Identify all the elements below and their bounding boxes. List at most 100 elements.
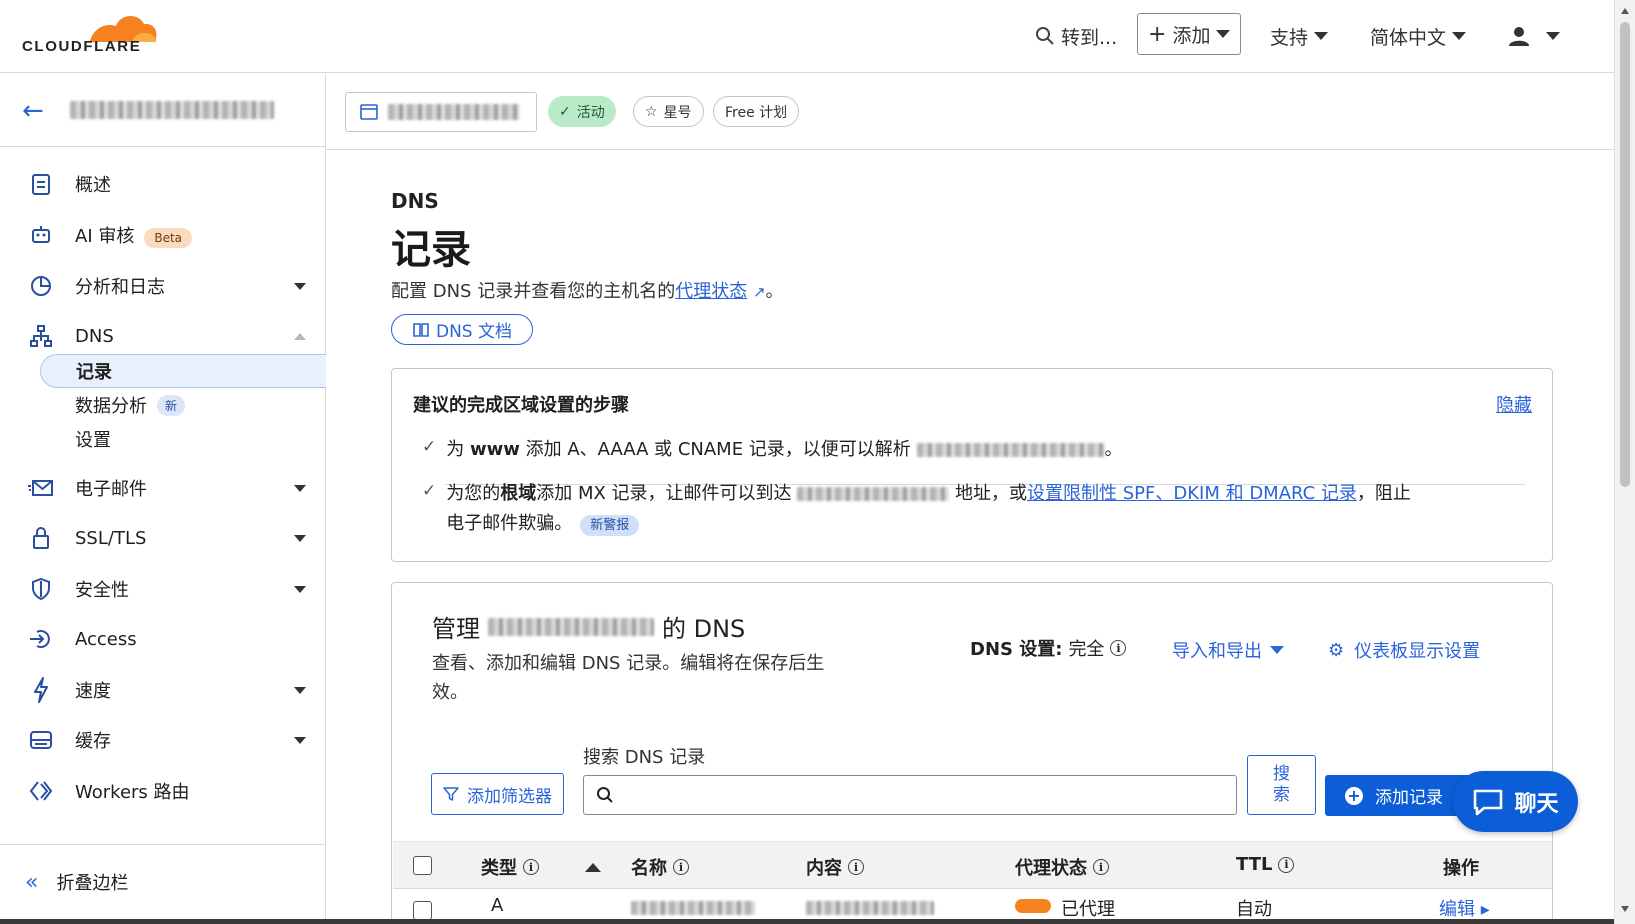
sidebar-item-label: Access <box>75 628 137 650</box>
sidebar: ← 概述 AI 审核 Beta 分析和日志 DNS 记录 数据分析 新 设置 电… <box>0 74 326 924</box>
column-type[interactable]: 类型 i <box>481 854 601 880</box>
sidebar-subitem-analytics[interactable]: 数据分析 新 <box>40 388 326 422</box>
record-name-redacted <box>631 901 755 915</box>
setup-steps-card: 建议的完成区域设置的步骤 隐藏 ✓ 为 www 添加 A、AAAA 或 CNAM… <box>391 368 1553 562</box>
sidebar-item-dns[interactable]: DNS <box>0 314 325 358</box>
add-filter-button[interactable]: 添加筛选器 <box>431 773 564 815</box>
plus-circle-icon: + <box>1345 786 1363 805</box>
goto-button[interactable]: 转到... <box>1035 20 1117 52</box>
add-menu-button[interactable]: + 添加 <box>1137 13 1242 55</box>
sidebar-item-label: 安全性 <box>75 580 129 601</box>
sidebar-item-access[interactable]: Access <box>0 617 325 661</box>
lightning-icon <box>28 677 54 703</box>
column-proxy-status[interactable]: 代理状态 i <box>1015 854 1109 880</box>
language-menu[interactable]: 简体中文 <box>1370 20 1467 52</box>
page-description: 配置 DNS 记录并查看您的主机名的代理状态 ↗。 <box>391 277 784 303</box>
info-icon[interactable]: i <box>1110 640 1127 656</box>
import-export-label: 导入和导出 <box>1172 641 1262 662</box>
sidebar-item-ssl[interactable]: SSL/TLS <box>0 516 325 560</box>
back-arrow-icon[interactable]: ← <box>22 96 44 126</box>
step-text: 为 www 添加 A、AAAA 或 CNAME 记录，以便可以解析 。 <box>446 439 1123 460</box>
sidebar-item-email[interactable]: 电子邮件 <box>0 466 325 510</box>
scroll-up-arrow-icon[interactable] <box>1621 8 1629 14</box>
table-header: 类型 i 名称 i 内容 i 代理状态 i TTL i 操作 <box>393 841 1552 889</box>
zone-name-redacted <box>388 104 520 120</box>
zone-name-redacted <box>488 617 654 636</box>
caret-down-icon <box>1270 646 1284 654</box>
manage-dns-card: 管理 的 DNS 查看、添加和编辑 DNS 记录。编辑将在保存后生效。 DNS … <box>391 582 1553 924</box>
sidebar-item-cache[interactable]: 缓存 <box>0 718 325 762</box>
scroll-down-arrow-icon[interactable] <box>1621 906 1629 912</box>
plan-badge[interactable]: Free 计划 <box>713 96 800 127</box>
robot-icon <box>28 222 54 248</box>
plan-label: Free 计划 <box>725 104 788 121</box>
caret-down-icon <box>1314 32 1329 40</box>
sidebar-item-workers-routes[interactable]: Workers 路由 <box>0 769 325 813</box>
search-button[interactable]: 搜索 <box>1247 755 1316 815</box>
info-icon[interactable]: i <box>1093 859 1109 875</box>
import-export-menu[interactable]: 导入和导出 <box>1172 637 1284 663</box>
sidebar-footer: « 折叠边栏 <box>0 844 325 924</box>
user-menu[interactable] <box>1508 20 1560 52</box>
sort-up-icon[interactable] <box>585 862 601 872</box>
proxy-status-link[interactable]: 代理状态 <box>675 281 747 302</box>
status-badge: ✓ 活动 <box>548 96 616 127</box>
spf-dkim-dmarc-link[interactable]: 设置限制性 SPF、DKIM 和 DMARC 记录 <box>1027 483 1357 504</box>
star-button[interactable]: ☆ 星号 <box>633 96 704 127</box>
star-label: 星号 <box>663 104 692 121</box>
dashboard-display-settings[interactable]: ⚙ 仪表板显示设置 <box>1328 637 1480 663</box>
sidebar-item-analytics[interactable]: 分析和日志 <box>0 264 325 308</box>
scrollbar-thumb[interactable] <box>1620 22 1630 487</box>
sidebar-item-label: 缓存 <box>75 731 111 752</box>
search-input[interactable] <box>583 775 1237 815</box>
sidebar-item-label: 分析和日志 <box>75 277 165 298</box>
dns-docs-button[interactable]: DNS 文档 <box>391 314 533 345</box>
chevron-down-icon <box>294 586 306 593</box>
sidebar-item-ai-audit[interactable]: AI 审核 Beta <box>0 213 325 257</box>
desc-text: 配置 DNS 记录并查看您的主机名的 <box>391 281 676 302</box>
sidebar-subitem-records[interactable]: 记录 <box>40 354 326 388</box>
ttl-value: 自动 <box>1236 899 1272 920</box>
check-icon: ✓ <box>559 103 571 120</box>
records-label: 记录 <box>76 362 112 383</box>
lock-icon <box>28 525 54 551</box>
info-icon[interactable]: i <box>1278 856 1295 873</box>
page-scrollbar[interactable] <box>1614 0 1635 924</box>
add-label: 添加 <box>1172 24 1211 47</box>
zone-selector[interactable] <box>345 92 537 132</box>
column-content[interactable]: 内容 i <box>806 854 864 880</box>
sidebar-subitem-settings[interactable]: 设置 <box>40 422 326 456</box>
sidebar-item-speed[interactable]: 速度 <box>0 668 325 712</box>
manage-title-suffix: 的 DNS <box>662 615 746 643</box>
search-button-label: 搜索 <box>1273 764 1290 805</box>
row-checkbox[interactable] <box>413 901 432 920</box>
account-switcher: ← <box>0 74 325 147</box>
hide-link[interactable]: 隐藏 <box>1496 391 1532 417</box>
mail-icon <box>28 475 54 501</box>
chevron-down-icon <box>294 535 306 542</box>
sidebar-item-overview[interactable]: 概述 <box>0 162 325 206</box>
manage-title: 管理 的 DNS <box>432 609 745 644</box>
info-icon[interactable]: i <box>523 859 539 875</box>
sidebar-item-label: 速度 <box>75 681 111 702</box>
info-icon[interactable]: i <box>848 859 864 875</box>
domain-redacted <box>916 443 1105 457</box>
chat-button[interactable]: 聊天 <box>1453 771 1578 832</box>
column-ttl[interactable]: TTL i <box>1236 854 1295 875</box>
analytics-label: 数据分析 <box>75 396 147 417</box>
edit-link[interactable]: 编辑 ▸ <box>1439 895 1490 921</box>
window-icon <box>360 104 378 120</box>
filter-label: 添加筛选器 <box>467 786 552 807</box>
sidebar-item-security[interactable]: 安全性 <box>0 567 325 611</box>
collapse-sidebar-button[interactable]: « 折叠边栏 <box>25 869 128 895</box>
gear-icon: ⚙ <box>1328 639 1345 661</box>
select-all-checkbox[interactable] <box>413 856 432 875</box>
chevron-down-icon <box>294 737 306 744</box>
support-menu[interactable]: 支持 <box>1270 20 1329 52</box>
column-name[interactable]: 名称 i <box>631 854 689 880</box>
manage-description: 查看、添加和编辑 DNS 记录。编辑将在保存后生效。 <box>432 653 825 703</box>
search-icon <box>597 787 613 803</box>
user-icon <box>1509 27 1529 46</box>
chat-label: 聊天 <box>1514 791 1559 817</box>
info-icon[interactable]: i <box>673 859 689 875</box>
